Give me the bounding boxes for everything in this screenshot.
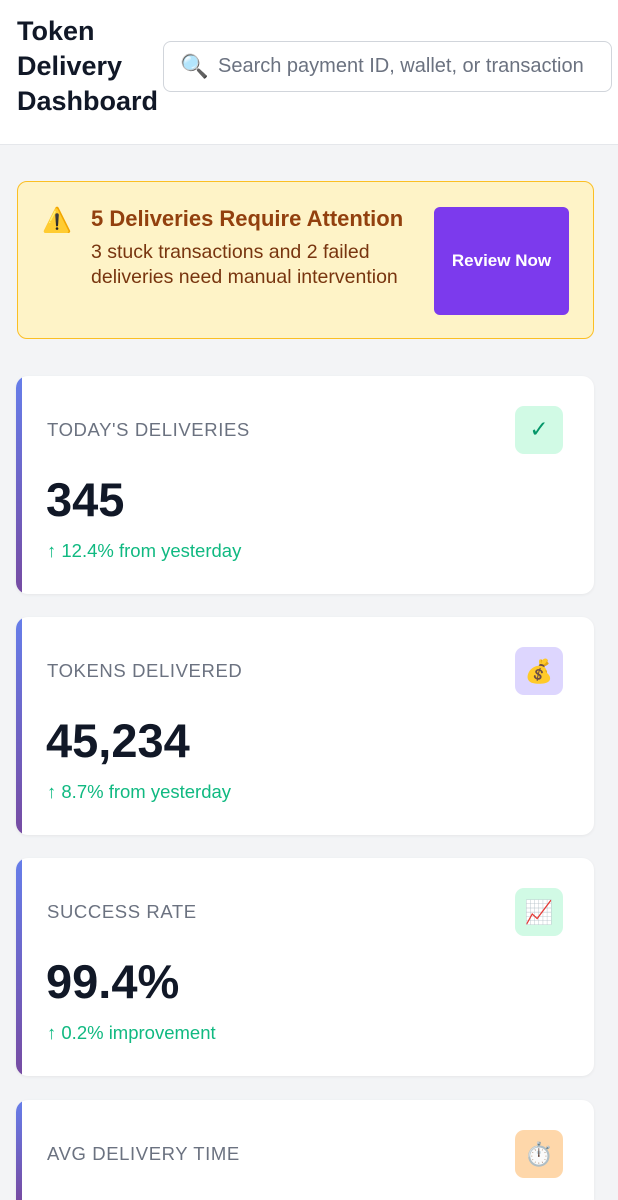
chart-up-icon: 📈: [515, 888, 563, 936]
stopwatch-icon: ⏱️: [515, 1130, 563, 1178]
page-title: Token Delivery Dashboard: [17, 16, 159, 116]
stat-label: AVG DELIVERY TIME: [47, 1143, 240, 1164]
check-icon: ✓: [515, 406, 563, 454]
search-input[interactable]: [210, 42, 605, 91]
stat-card-avg-delivery-time: AVG DELIVERY TIME ⏱️: [16, 1100, 594, 1200]
stat-label: TOKENS DELIVERED: [47, 660, 243, 681]
dashboard-header: Token Delivery Dashboard 🔍: [0, 0, 618, 145]
stat-label: TODAY'S DELIVERIES: [47, 419, 250, 440]
stat-value: 345: [46, 473, 125, 526]
stat-value: 45,234: [46, 714, 190, 767]
alert-message: 3 stuck transactions and 2 failed delive…: [91, 241, 398, 288]
stat-change: ↑ 0.2% improvement: [47, 1022, 216, 1043]
stat-change: ↑ 8.7% from yesterday: [47, 781, 232, 802]
stat-card-tokens-delivered: TOKENS DELIVERED 💰 45,234 ↑ 8.7% from ye…: [16, 617, 594, 835]
alert-title: 5 Deliveries Require Attention: [91, 206, 404, 231]
stat-label: SUCCESS RATE: [47, 901, 197, 922]
money-bag-icon: 💰: [515, 647, 563, 695]
stat-card-todays-deliveries: TODAY'S DELIVERIES ✓ 345 ↑ 12.4% from ye…: [16, 376, 594, 594]
review-now-button[interactable]: Review Now: [434, 207, 569, 315]
stat-card-success-rate: SUCCESS RATE 📈 99.4% ↑ 0.2% improvement: [16, 858, 594, 1076]
attention-alert: ⚠️ 5 Deliveries Require Attention 3 stuc…: [17, 181, 594, 339]
warning-icon: ⚠️: [42, 206, 72, 234]
stat-change: ↑ 12.4% from yesterday: [47, 540, 242, 561]
search-icon: 🔍: [180, 54, 209, 80]
stat-value: 99.4%: [46, 955, 180, 1008]
search-box[interactable]: 🔍: [163, 41, 612, 92]
